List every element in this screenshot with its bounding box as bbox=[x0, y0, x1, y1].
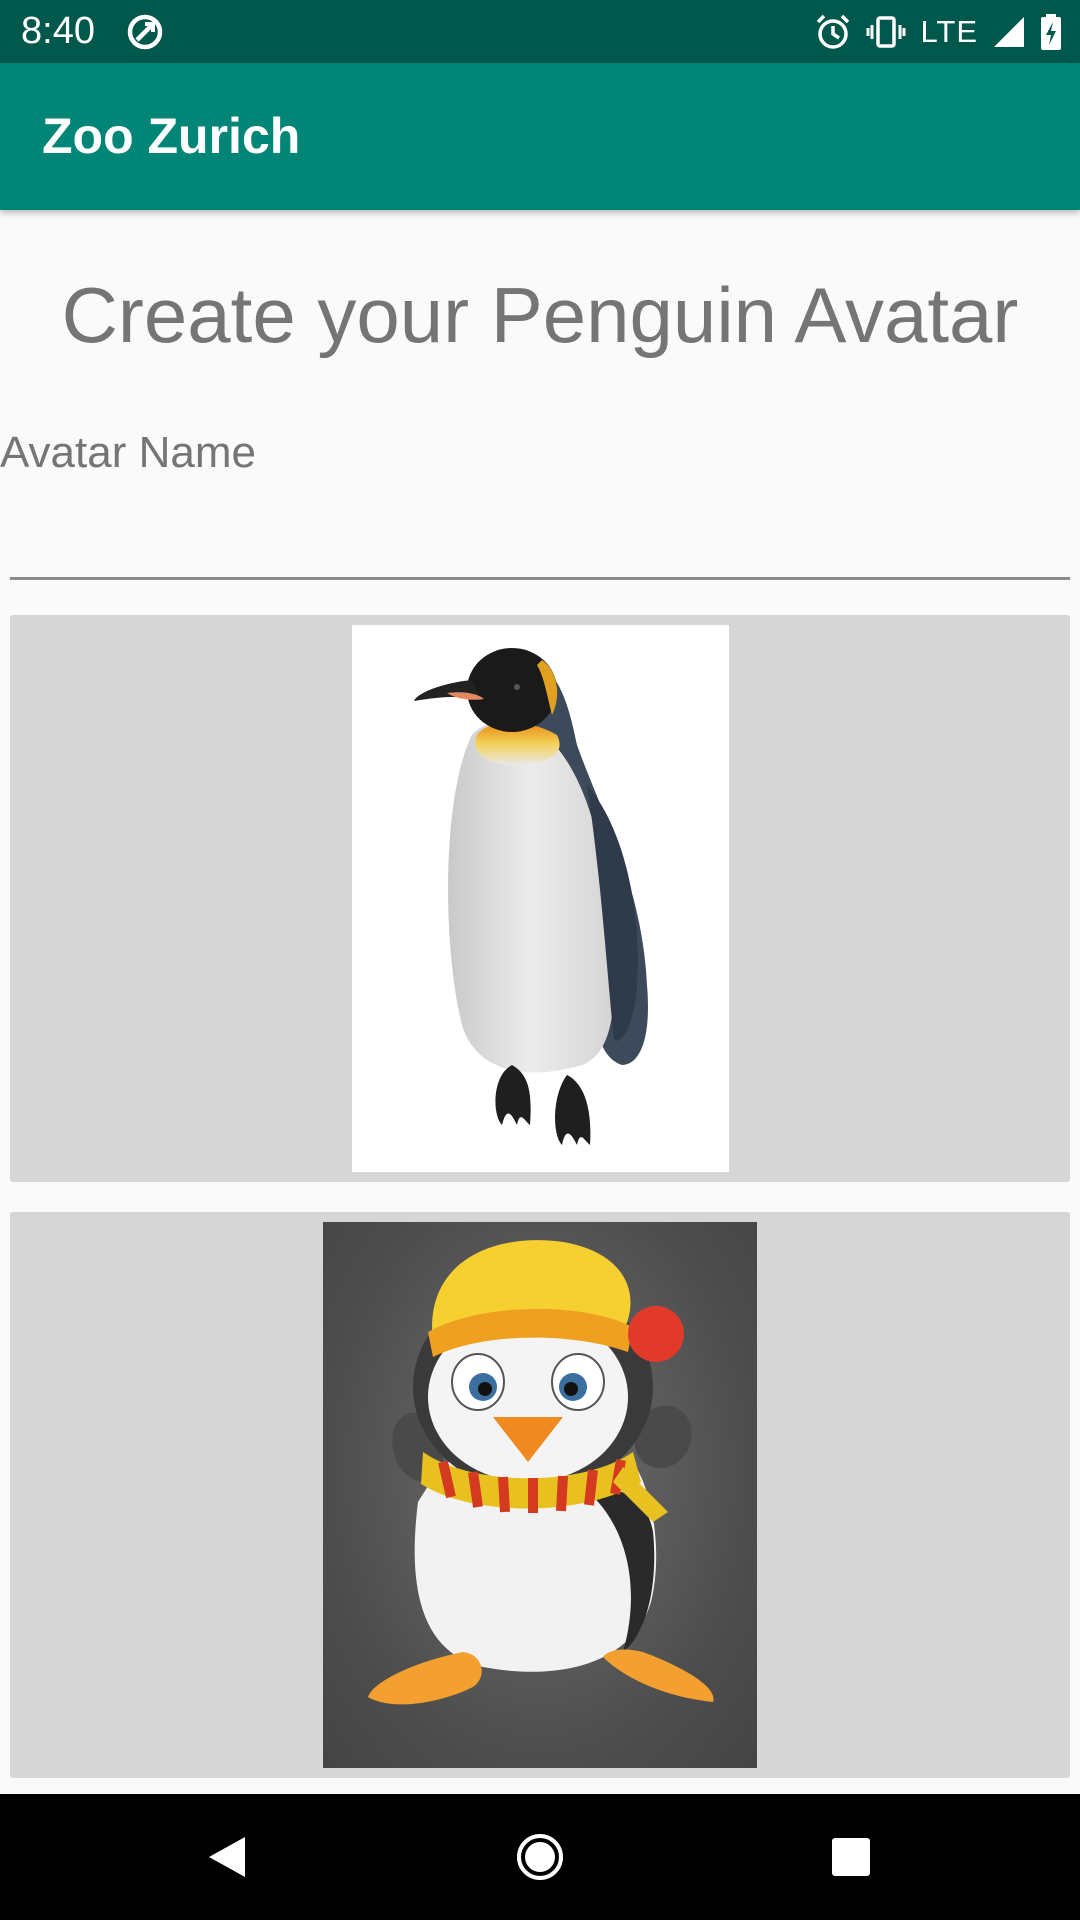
page-title: Create your Penguin Avatar bbox=[61, 271, 1019, 359]
recents-icon bbox=[832, 1838, 870, 1876]
avatar-option-cartoon-penguin[interactable] bbox=[10, 1212, 1070, 1778]
home-icon bbox=[517, 1834, 563, 1880]
emperor-penguin-image bbox=[352, 625, 729, 1172]
sync-icon bbox=[127, 14, 163, 50]
signal-icon bbox=[994, 17, 1024, 47]
avatar-name-input[interactable] bbox=[10, 500, 1070, 580]
vibrate-icon bbox=[866, 16, 906, 48]
network-type: LTE bbox=[920, 14, 978, 49]
app-bar: Zoo Zurich bbox=[0, 63, 1080, 210]
alarm-icon bbox=[817, 14, 850, 49]
cartoon-penguin-image bbox=[323, 1222, 757, 1768]
app-title: Zoo Zurich bbox=[42, 108, 301, 164]
status-bar: 8:40 LTE bbox=[0, 0, 1080, 63]
avatar-option-emperor-penguin[interactable] bbox=[10, 615, 1070, 1182]
battery-charging-icon bbox=[1041, 14, 1061, 50]
avatar-name-label: Avatar Name bbox=[0, 428, 256, 477]
status-time: 8:40 bbox=[21, 10, 95, 52]
navigation-bar bbox=[0, 1794, 1080, 1920]
back-icon bbox=[209, 1837, 245, 1877]
status-icons: LTE bbox=[814, 11, 1062, 53]
nav-recents-button[interactable] bbox=[818, 1824, 884, 1890]
nav-back-button[interactable] bbox=[194, 1824, 260, 1890]
nav-home-button[interactable] bbox=[507, 1824, 573, 1890]
